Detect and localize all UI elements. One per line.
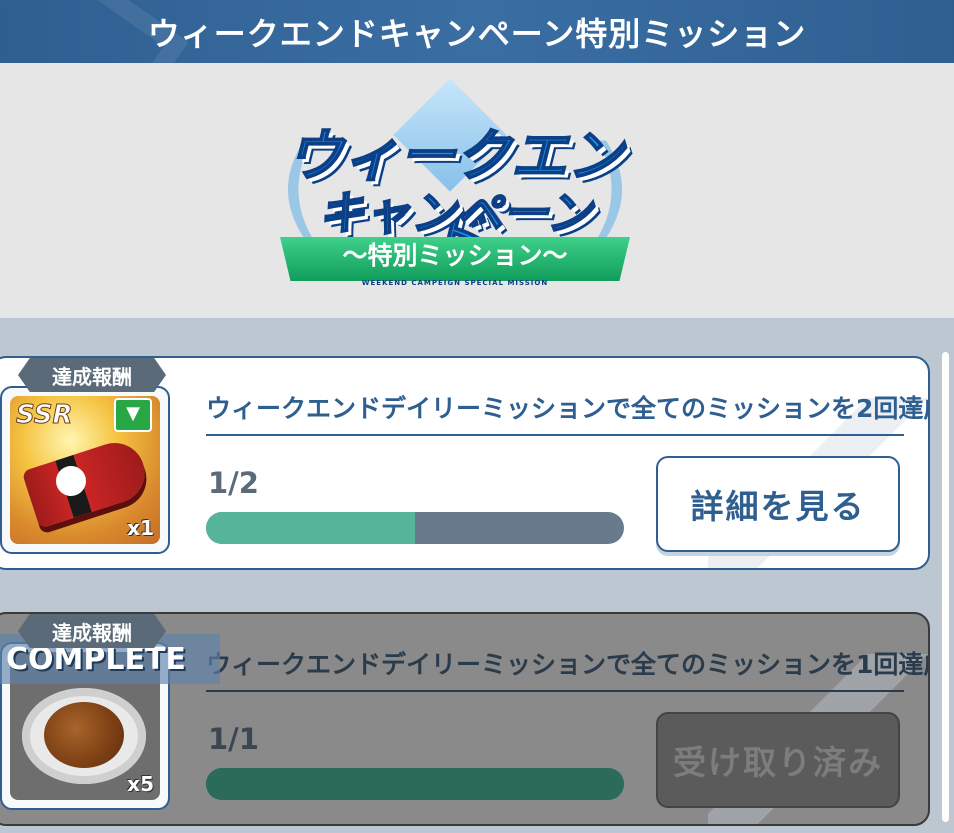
logo-text-campaign: キャンペーン bbox=[317, 185, 593, 241]
scrollbar[interactable] bbox=[942, 352, 949, 822]
reward-quantity: x1 bbox=[127, 516, 154, 540]
campaign-logo: ( ( ウィークエンド キャンペーン 〜特別ミッション〜 WEEKEND CAM… bbox=[270, 78, 640, 291]
reward-quantity: x5 bbox=[127, 772, 154, 796]
campaign-banner: ( ( ウィークエンド キャンペーン 〜特別ミッション〜 WEEKEND CAM… bbox=[0, 63, 954, 318]
mission-card: 達成報酬 x5 ウィークエンドデイリーミッションで全てのミッションを1回達成する… bbox=[0, 612, 930, 826]
rug-item-icon bbox=[21, 435, 153, 529]
progress-bar-fill bbox=[206, 512, 415, 544]
curry-plate-icon bbox=[22, 688, 146, 784]
logo-subtitle: WEEKEND CAMPEIGN SPECIAL MISSION bbox=[361, 279, 549, 287]
curry-icon bbox=[44, 702, 124, 768]
logo-ribbon: 〜特別ミッション〜 bbox=[280, 237, 630, 281]
mission-title: ウィークエンドデイリーミッションで全てのミッションを2回達成する bbox=[206, 388, 928, 436]
progress-count: 1/2 bbox=[208, 466, 259, 500]
reward-label: 達成報酬 bbox=[18, 358, 166, 392]
page-header: ウィークエンドキャンペーン特別ミッション bbox=[0, 0, 954, 63]
view-details-button[interactable]: 詳細を見る bbox=[656, 456, 900, 552]
progress-count: 1/1 bbox=[208, 722, 259, 756]
type-badge-icon: ▼ bbox=[114, 398, 152, 432]
progress-bar bbox=[206, 512, 624, 544]
page-title: ウィークエンドキャンペーン特別ミッション bbox=[147, 14, 807, 53]
reward-label: 達成報酬 bbox=[18, 614, 166, 648]
progress-bar bbox=[206, 768, 624, 800]
reward-item[interactable]: SSR ▼ x1 bbox=[0, 386, 170, 554]
rarity-label: SSR bbox=[16, 400, 74, 431]
mission-card: 達成報酬 SSR ▼ x1 ウィークエンドデイリーミッションで全てのミッションを… bbox=[0, 356, 930, 570]
progress-bar-fill bbox=[206, 768, 624, 800]
mission-title: ウィークエンドデイリーミッションで全てのミッションを1回達成する bbox=[206, 644, 928, 692]
reward-image: SSR ▼ x1 bbox=[10, 396, 160, 544]
claimed-button[interactable]: 受け取り済み bbox=[656, 712, 900, 808]
